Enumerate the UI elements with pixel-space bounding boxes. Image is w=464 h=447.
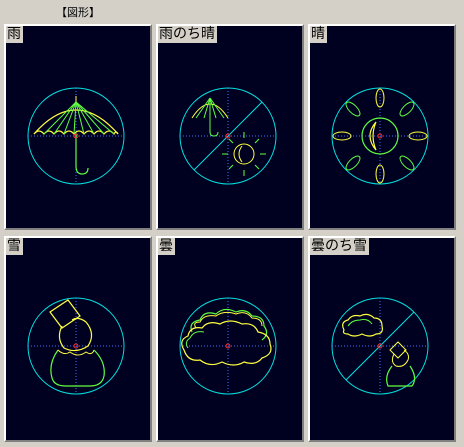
umbrella-sun-icon <box>179 87 277 185</box>
cloud-icon <box>179 297 277 395</box>
header-title: 【図形】 <box>56 6 100 19</box>
panel-cloudy[interactable]: 曇 <box>156 236 304 442</box>
sun-icon <box>331 87 429 185</box>
snowman-icon <box>27 297 125 395</box>
panel-rain-then-sun[interactable]: 雨のち晴 <box>156 24 304 230</box>
panel-cloudy-then-snow[interactable]: 曇のち雪 <box>308 236 456 442</box>
panel-label: 雪 <box>6 238 23 255</box>
panel-label: 雨 <box>6 26 23 43</box>
panel-label: 雨のち晴 <box>158 26 217 43</box>
cloud-snowman-icon <box>331 297 429 395</box>
panel-label: 晴 <box>310 26 327 43</box>
umbrella-icon <box>27 87 125 185</box>
window-root: 【図形】 雨 雨のち晴 晴 雪 曇 曇のち雪 <box>0 0 464 447</box>
panel-rain[interactable]: 雨 <box>4 24 152 230</box>
panel-label: 曇のち雪 <box>310 238 369 255</box>
panel-label: 曇 <box>158 238 175 255</box>
panel-sunny[interactable]: 晴 <box>308 24 456 230</box>
panel-snow[interactable]: 雪 <box>4 236 152 442</box>
